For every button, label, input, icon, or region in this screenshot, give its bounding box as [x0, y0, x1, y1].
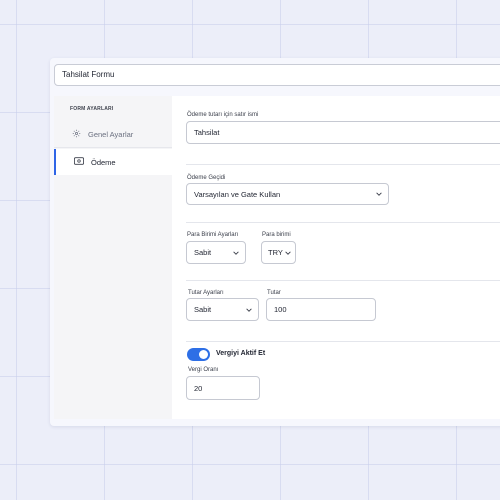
tax-rate-label: Vergi Oranı — [188, 367, 219, 373]
amount-input[interactable]: 100 — [266, 298, 376, 321]
tax-toggle[interactable] — [187, 348, 210, 361]
settings-sidebar: FORM AYARLARI Genel Ayarlar Ödeme — [54, 96, 173, 419]
sidebar-item-genel-ayarlar[interactable]: Genel Ayarlar — [54, 122, 172, 148]
currency-settings-value: Sabit — [194, 248, 212, 257]
currency-value: TRY — [268, 248, 283, 257]
currency-settings-label: Para Birimi Ayarları — [187, 232, 239, 238]
chevron-down-icon — [246, 307, 252, 312]
tax-toggle-label: Vergiyi Aktif Et — [216, 350, 266, 357]
toggle-knob — [199, 350, 208, 359]
chevron-down-icon — [233, 250, 239, 255]
sidebar-item-label: Ödeme — [91, 157, 116, 167]
payment-icon — [74, 157, 91, 167]
divider — [186, 280, 500, 281]
amount-settings-select[interactable]: Sabit — [186, 298, 259, 321]
chevron-down-icon — [285, 250, 291, 255]
gear-icon — [72, 129, 88, 140]
currency-label: Para birimi — [262, 232, 291, 238]
divider — [186, 164, 500, 165]
sidebar-item-odeme[interactable]: Ödeme — [54, 149, 172, 175]
currency-select[interactable]: TRY — [261, 241, 296, 264]
currency-settings-select[interactable]: Sabit — [186, 241, 246, 264]
sidebar-item-label: Genel Ayarlar — [88, 130, 134, 139]
tax-rate-input[interactable]: 20 — [186, 376, 260, 400]
gateway-label: Ödeme Geçidi — [187, 175, 226, 181]
gateway-select[interactable]: Varsayılan ve Gate Kullan — [186, 183, 389, 205]
amount-label: Tutar — [267, 290, 281, 296]
gateway-value: Varsayılan ve Gate Kullan — [194, 189, 281, 199]
amount-settings-label: Tutar Ayarları — [188, 290, 224, 296]
divider — [186, 222, 500, 223]
form-title-field[interactable]: Tahsilat Formu — [54, 64, 500, 86]
sidebar-heading: FORM AYARLARI — [70, 106, 114, 112]
divider — [186, 341, 500, 342]
row-name-input[interactable]: Tahsilat — [186, 121, 500, 144]
amount-settings-value: Sabit — [194, 305, 212, 314]
row-name-label: Ödeme tutarı için satır ismi — [187, 112, 259, 118]
chevron-down-icon — [376, 192, 382, 196]
